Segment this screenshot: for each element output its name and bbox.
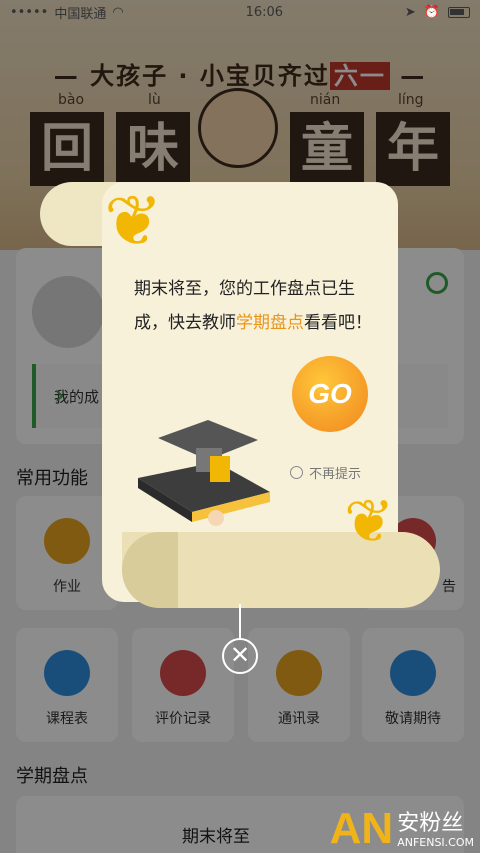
popup-message: 期末将至，您的工作盘点已生成，快去教师学期盘点看看吧！ [134,279,372,333]
go-button[interactable]: GO [292,356,368,432]
carrier-label: 中国联通 [54,6,107,22]
wifi-icon: ◠ [112,4,124,20]
watermark-logo: AN [329,804,394,853]
site-watermark: AN 安粉丝 ANFENSI.COM [329,804,474,853]
alarm-icon: ⏰ [423,4,440,20]
no-remind-toggle[interactable]: 不再提示 [290,463,361,482]
signal-icon: ••••• [10,4,49,20]
leaf-decoration-icon: ❦ [344,487,395,557]
close-connector-line [239,604,241,640]
battery-icon [447,6,470,18]
radio-icon[interactable] [290,466,303,479]
graduation-books-illustration [138,420,270,526]
status-bar: ••••• 中国联通 ◠ 16:06 ➤ ⏰ [0,0,480,24]
location-icon: ➤ [404,4,416,20]
close-icon[interactable]: ✕ [222,638,258,674]
no-remind-label: 不再提示 [309,467,362,482]
watermark-domain: ANFENSI.COM [397,836,474,849]
clock: 16:06 [245,4,284,20]
leaf-decoration-icon: ❦ [104,180,163,262]
watermark-name: 安粉丝 [397,811,464,836]
